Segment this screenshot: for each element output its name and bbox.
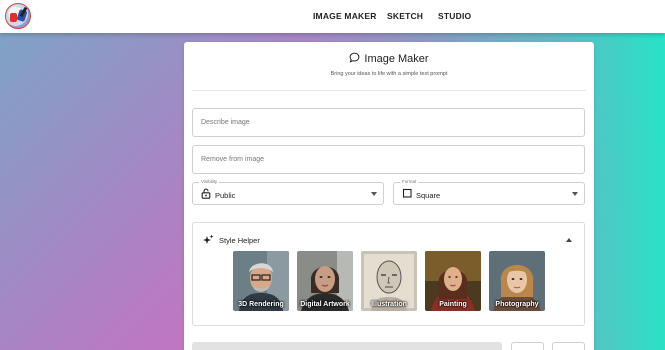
- format-label: Format: [400, 179, 419, 184]
- remove-from-image-placeholder: Remove from image: [201, 156, 265, 163]
- style-label: Illustration: [371, 301, 407, 308]
- remove-from-image-input[interactable]: Remove from image: [192, 145, 585, 174]
- chevron-down-icon: [572, 192, 578, 196]
- style-label: Painting: [439, 301, 467, 308]
- visibility-value: Public: [215, 191, 236, 200]
- format-value: Square: [416, 191, 441, 200]
- secondary-button[interactable]: [511, 342, 544, 350]
- card-title-row: Image Maker: [184, 52, 594, 65]
- nav-studio[interactable]: STUDIO: [438, 11, 471, 21]
- visibility-select[interactable]: Visibility Public: [192, 179, 384, 205]
- nav-image-maker[interactable]: IMAGE MAKER: [313, 11, 377, 21]
- style-option-illustration[interactable]: Illustration: [361, 251, 417, 311]
- style-label: Digital Artwork: [300, 301, 350, 308]
- generate-button[interactable]: [192, 342, 502, 350]
- visibility-label: Visibility: [199, 179, 220, 184]
- lock-open-icon: [201, 188, 211, 199]
- sparkle-icon: [203, 234, 214, 244]
- style-option-3d-rendering[interactable]: 3D Rendering: [233, 251, 289, 311]
- chevron-up-icon[interactable]: [566, 238, 572, 242]
- style-helper-title: Style Helper: [219, 236, 260, 245]
- style-label: 3D Rendering: [238, 301, 284, 308]
- style-helper-panel: Style Helper 3D Rendering Digital Artwor…: [192, 222, 585, 326]
- style-option-painting[interactable]: Painting: [425, 251, 481, 311]
- style-label: Photography: [495, 301, 539, 308]
- format-select[interactable]: Format Square: [393, 179, 585, 205]
- app-logo[interactable]: [5, 3, 31, 29]
- nav-sketch[interactable]: SKETCH: [387, 11, 423, 21]
- tertiary-button[interactable]: [552, 342, 585, 350]
- describe-image-placeholder: Describe image: [201, 119, 250, 126]
- chat-bubble-icon: [349, 52, 360, 63]
- card-title: Image Maker: [364, 53, 429, 65]
- chevron-down-icon: [371, 192, 377, 196]
- divider: [192, 90, 586, 91]
- describe-image-input[interactable]: Describe image: [192, 108, 585, 137]
- square-icon: [402, 188, 412, 198]
- style-option-photography[interactable]: Photography: [489, 251, 545, 311]
- card-subtitle: Bring your ideas to life with a simple t…: [330, 71, 448, 77]
- image-maker-card: Image Maker Bring your ideas to life wit…: [184, 42, 594, 350]
- top-navbar: IMAGE MAKER SKETCH STUDIO: [0, 0, 665, 33]
- style-option-digital-artwork[interactable]: Digital Artwork: [297, 251, 353, 311]
